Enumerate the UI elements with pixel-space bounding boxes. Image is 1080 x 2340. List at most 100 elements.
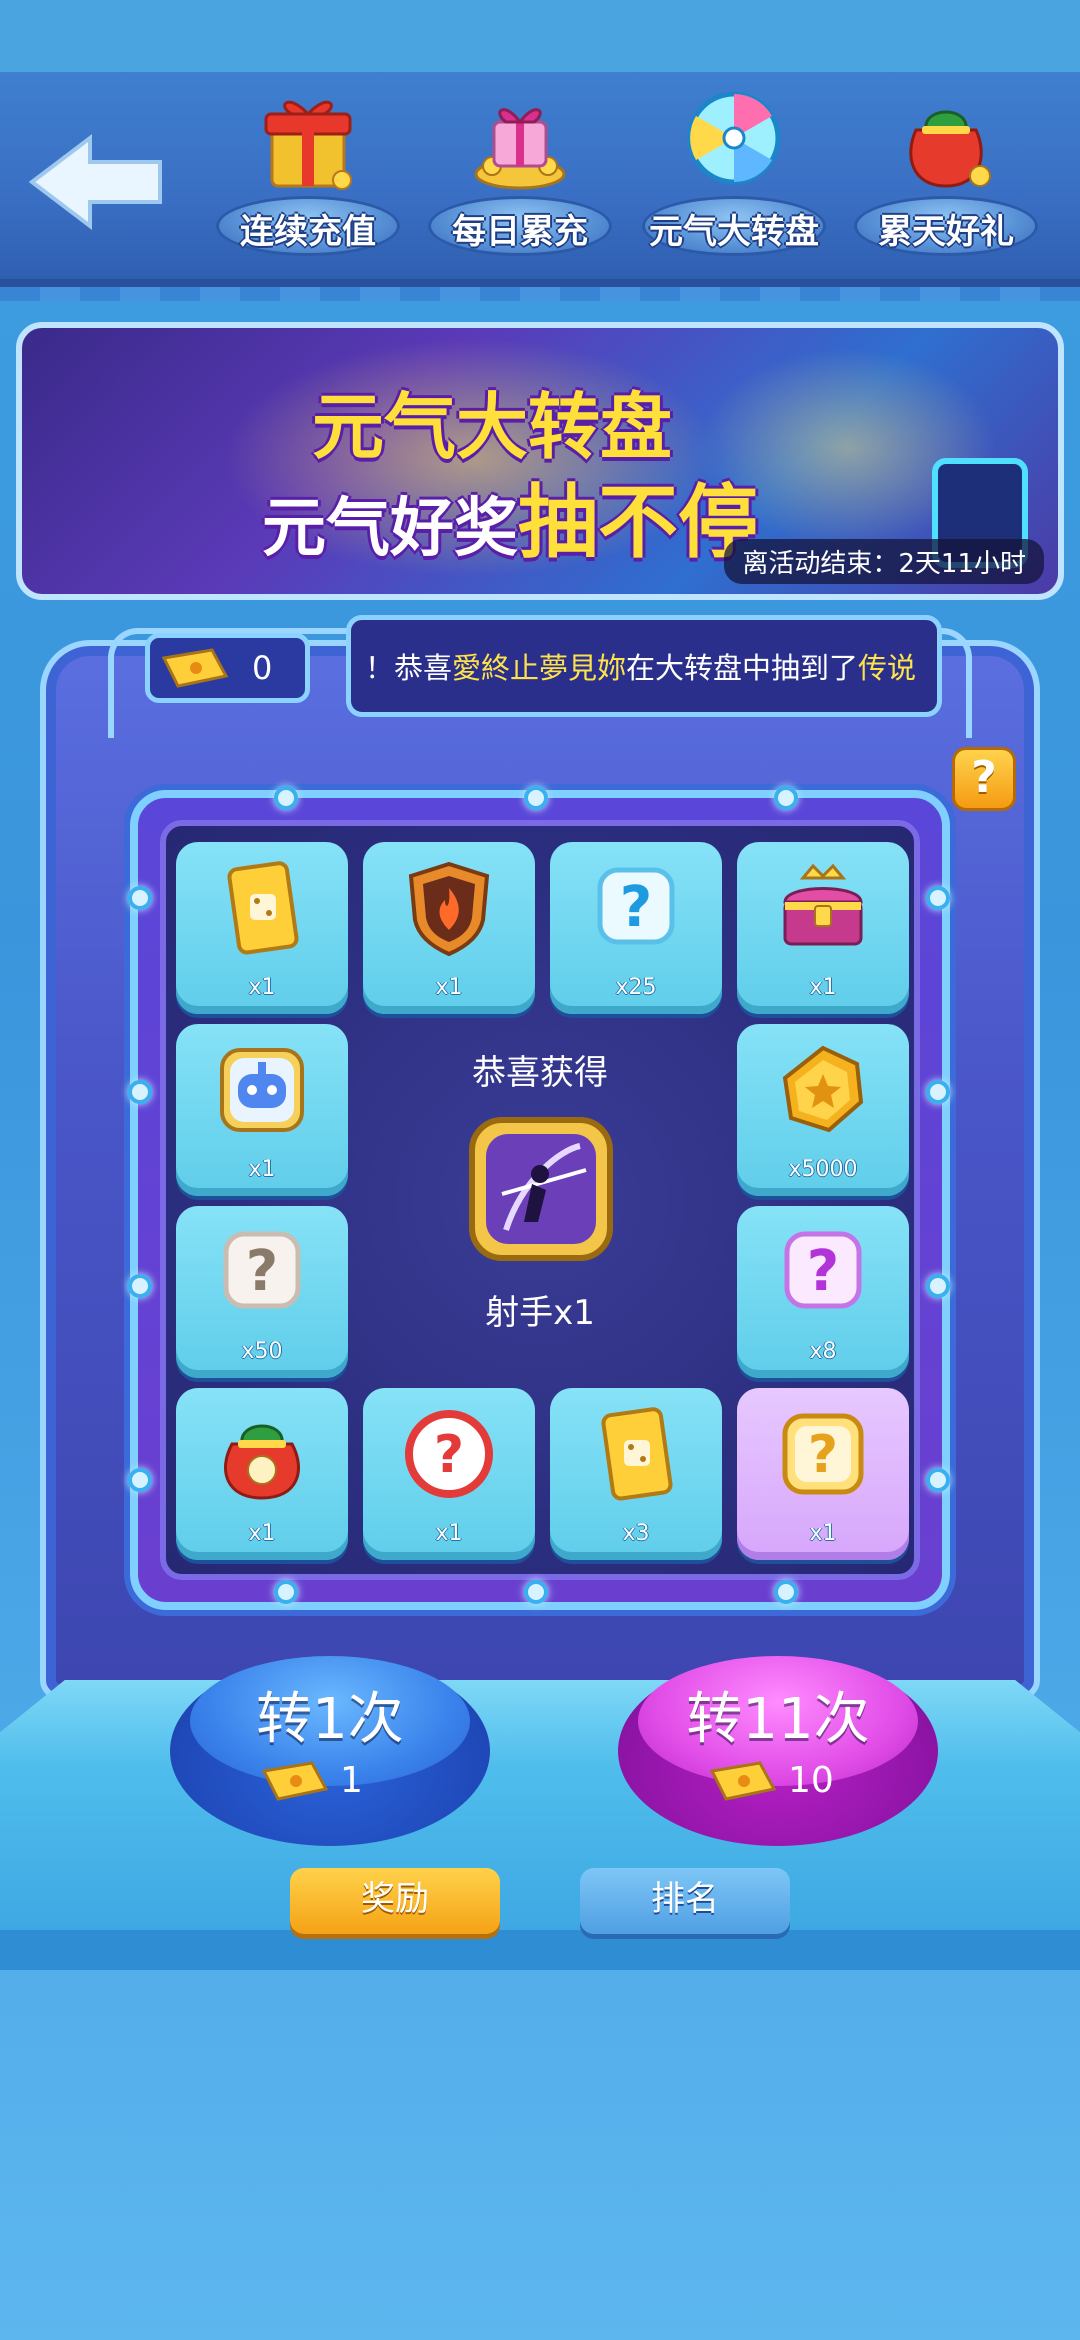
banner-subtitle-text: 元气好奖 [262,492,518,566]
back-arrow-icon [28,133,162,231]
light-dot [274,1580,298,1604]
svg-text:?: ? [808,1425,838,1485]
wheel-icon [687,91,781,185]
spin-eleven-button[interactable]: 转11次 10 [618,1656,938,1846]
svg-text:?: ? [807,1239,839,1304]
prize-cell[interactable]: ? x25 [550,842,722,1014]
rank-button[interactable]: 排名 [580,1868,790,1934]
svg-text:?: ? [620,875,652,940]
prize-cell[interactable]: x1 [737,842,909,1014]
light-dot [926,1274,950,1298]
cost-value: 1 [340,1760,363,1801]
status-bar [0,0,1080,72]
spin-eleven-cost: 10 [708,1760,834,1801]
light-dot [926,1080,950,1104]
ticket-icon [709,1760,777,1801]
prize-quantity: x1 [435,975,463,1000]
reward-button[interactable]: 奖励 [290,1868,500,1934]
prize-cell[interactable]: x3 [550,1388,722,1560]
prize-quantity: x1 [248,1157,276,1182]
lucky-bag-select-icon [224,1424,300,1500]
ticker-player: 愛終止夢見妳 [452,651,627,685]
fire-shield-icon [408,861,490,957]
prize-quantity: x1 [809,975,837,1000]
tab-continuous-recharge[interactable]: 连续充值 [208,86,408,276]
ticker-item: 传说 [858,651,917,685]
prize-cell[interactable]: x1 [363,842,535,1014]
ticket-count: 0 [252,649,273,687]
mystery-gold-icon: ? [782,1413,864,1495]
treasure-chest-icon [783,863,863,946]
prize-quantity: x1 [809,1521,837,1546]
svg-text:?: ? [246,1239,278,1304]
prize-cell[interactable]: ? x8 [737,1206,909,1378]
prize-quantity: x50 [241,1339,283,1364]
tab-cumulative-days[interactable]: 累天好礼 [846,86,1046,276]
help-button[interactable]: ? [952,747,1016,811]
base-stripe [0,1930,1080,1970]
lucky-bag-icon [909,110,991,188]
tab-daily-recharge[interactable]: 每日累充 [420,86,620,276]
light-dot [128,886,152,910]
mystery-blue-icon: ? [597,867,675,945]
light-dot [274,786,298,810]
prize-quantity: x3 [622,1521,650,1546]
light-dot [128,1468,152,1492]
prize-quantity: x1 [435,1521,463,1546]
tab-label: 每日累充 [452,212,588,252]
light-dot [128,1080,152,1104]
prize-cell[interactable]: x1 [176,1388,348,1560]
mystery-red-icon: ? [405,1410,493,1498]
spin-once-label: 转1次 [256,1687,404,1752]
prize-cell[interactable]: x5000 [737,1024,909,1196]
prize-quantity: x1 [248,1521,276,1546]
light-dot [128,1274,152,1298]
light-dot [524,1580,548,1604]
tab-label: 累天好礼 [878,212,1014,252]
gift-box-icon [264,100,352,190]
tab-lucky-wheel[interactable]: 元气大转盘 [634,86,834,276]
prize-cell[interactable]: x1 [176,842,348,1014]
top-nav: 连续充值 每日累充 元气大转盘 累天好礼 [0,72,1080,301]
banner-subtitle-highlight: 抽不停 [518,476,758,569]
light-dot [926,886,950,910]
cost-value: 10 [788,1760,834,1801]
prize-cell[interactable]: x1 [176,1024,348,1196]
ticker-prefix: ！恭喜 [365,651,453,685]
light-dot [926,1468,950,1492]
light-dot [524,786,548,810]
dice-card-icon [601,1407,673,1501]
gold-coin-icon [782,1045,864,1133]
archer-icon [469,1117,613,1261]
svg-text:?: ? [434,1425,464,1485]
robot-avatar-icon [220,1048,304,1132]
banner-subtitle: 元气好奖抽不停 [262,458,758,574]
gift-gold-icon [474,108,566,190]
reward-label: 射手x1 [485,1293,595,1333]
back-button[interactable] [28,132,168,232]
broadcast-ticker: ！恭喜 愛終止夢見妳 在大转盘中抽到了 传说 [346,615,942,717]
reward-title: 恭喜获得 [472,1053,608,1093]
ticket-icon [261,1760,329,1801]
tab-label: 连续充值 [240,212,376,252]
ticker-middle: 在大转盘中抽到了 [626,651,859,685]
prize-cell-selected[interactable]: ? x1 [737,1388,909,1560]
prize-quantity: x1 [248,975,276,1000]
spin-eleven-label: 转11次 [686,1687,870,1752]
light-dot [774,1580,798,1604]
prize-quantity: x25 [615,975,657,1000]
prize-quantity: x8 [809,1339,837,1364]
light-dot [774,786,798,810]
prize-quantity: x5000 [788,1157,858,1182]
prize-cell[interactable]: ? x1 [363,1388,535,1560]
spin-once-cost: 1 [260,1760,363,1801]
ticket-icon [161,648,229,688]
spin-once-button[interactable]: 转1次 1 [170,1656,490,1846]
mystery-white-icon: ? [223,1231,301,1309]
prize-cell[interactable]: ? x50 [176,1206,348,1378]
event-banner: 元气大转盘 元气好奖抽不停 离活动结束：2天11小时 [16,322,1064,600]
dice-card-icon [227,861,299,955]
event-countdown: 离活动结束：2天11小时 [724,539,1044,584]
mystery-purple-icon: ? [784,1231,862,1309]
tab-label: 元气大转盘 [649,212,819,252]
